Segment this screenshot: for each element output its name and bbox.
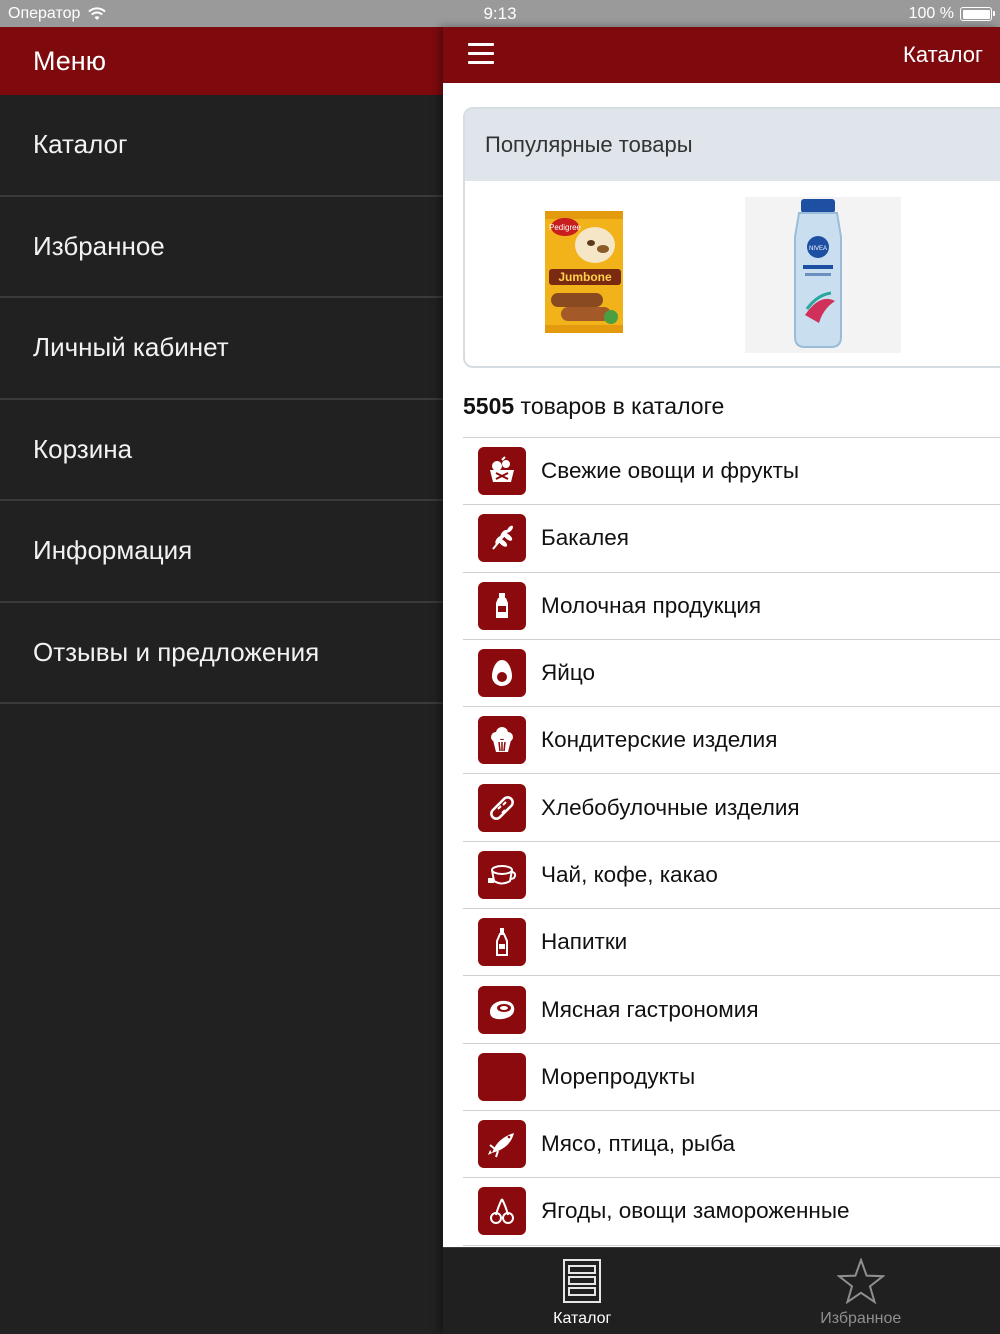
status-time: 9:13 bbox=[483, 4, 517, 23]
egg-icon bbox=[478, 649, 526, 698]
menu-item-feedback[interactable]: Отзывы и предложения bbox=[0, 603, 443, 704]
category-row[interactable]: Молочная продукция bbox=[463, 573, 1000, 640]
category-label: Чай, кофе, какао bbox=[541, 861, 718, 887]
category-label: Яйцо bbox=[541, 660, 595, 686]
seafood-icon bbox=[478, 1052, 526, 1101]
tab-label: Каталог bbox=[553, 1310, 612, 1327]
tab-catalog[interactable]: Каталог bbox=[443, 1248, 722, 1334]
menu-item-label: Избранное bbox=[33, 230, 165, 261]
menu-item-cart[interactable]: Корзина bbox=[0, 400, 443, 501]
category-row[interactable]: Мясо, птица, рыба bbox=[463, 1111, 1000, 1179]
category-row[interactable]: Свежие овощи и фрукты bbox=[463, 438, 1000, 506]
category-row[interactable]: Мясная гастрономия bbox=[463, 976, 1000, 1044]
product-pedigree-jumbone[interactable]: Pedigree Jumbone bbox=[543, 209, 625, 340]
category-label: Ягоды, овощи замороженные bbox=[541, 1198, 850, 1224]
ham-icon bbox=[478, 985, 526, 1034]
catalog-count-text: товаров в каталоге bbox=[514, 393, 725, 419]
popular-products-card: Популярные товары Pedigree Jumbone NIVEA bbox=[463, 107, 1000, 368]
battery-percent: 100 % bbox=[908, 5, 954, 22]
tab-favorites[interactable]: Избранное bbox=[722, 1248, 1000, 1334]
category-row[interactable]: Кондитерские изделия bbox=[463, 707, 1000, 775]
category-row[interactable]: Яйцо bbox=[463, 640, 1000, 708]
catalog-screen: Каталог Популярные товары Pedigree Jumbo… bbox=[443, 27, 1000, 1334]
category-label: Кондитерские изделия bbox=[541, 727, 778, 753]
category-row[interactable]: Морепродукты bbox=[463, 1044, 1000, 1111]
teacup-icon bbox=[478, 850, 526, 899]
product-text: Jumbone bbox=[558, 270, 612, 284]
side-menu: Меню Каталог Избранное Личный кабинет Ко… bbox=[0, 27, 443, 1334]
category-label: Морепродукты bbox=[541, 1063, 696, 1089]
product-brand: NIVEA bbox=[809, 246, 827, 252]
category-row[interactable]: Напитки bbox=[463, 909, 1000, 977]
category-list: Свежие овощи и фрукты Бакалея Молочная п… bbox=[463, 437, 1000, 1246]
hamburger-icon[interactable] bbox=[468, 43, 494, 65]
popular-products-title: Популярные товары bbox=[465, 109, 1000, 181]
fish-icon bbox=[478, 1120, 526, 1169]
tab-bar: Каталог Избранное bbox=[443, 1247, 1000, 1334]
category-label: Бакалея bbox=[541, 525, 629, 551]
nav-bar: Каталог bbox=[443, 27, 1000, 83]
category-label: Свежие овощи и фрукты bbox=[541, 458, 800, 484]
menu-item-label: Отзывы и предложения bbox=[33, 636, 320, 667]
cupcake-icon bbox=[478, 716, 526, 765]
menu-item-label: Корзина bbox=[33, 433, 133, 464]
menu-item-info[interactable]: Информация bbox=[0, 501, 443, 603]
status-bar: Оператор 9:13 100 % bbox=[0, 0, 1000, 27]
tab-label: Избранное bbox=[820, 1310, 902, 1327]
category-label: Мясная гастрономия bbox=[541, 996, 759, 1022]
bottle-icon bbox=[478, 918, 526, 967]
fruit-basket-icon bbox=[478, 447, 526, 496]
category-row[interactable]: Ягоды, овощи замороженные bbox=[463, 1178, 1000, 1246]
category-label: Напитки bbox=[541, 929, 628, 955]
milk-bottle-icon bbox=[478, 581, 526, 630]
wheat-icon bbox=[478, 514, 526, 563]
category-row[interactable]: Чай, кофе, какао bbox=[463, 842, 1000, 910]
star-icon bbox=[836, 1258, 885, 1304]
catalog-icon bbox=[563, 1259, 602, 1303]
category-label: Молочная продукция bbox=[541, 592, 762, 618]
category-label: Мясо, птица, рыба bbox=[541, 1131, 735, 1157]
battery-icon bbox=[960, 7, 995, 21]
menu-item-label: Личный кабинет bbox=[33, 332, 229, 363]
product-nivea-shampoo[interactable]: NIVEA bbox=[745, 197, 901, 358]
category-label: Хлебобулочные изделия bbox=[541, 794, 800, 820]
menu-item-favorites[interactable]: Избранное bbox=[0, 197, 443, 298]
product-brand: Pedigree bbox=[549, 223, 582, 232]
menu-title: Меню bbox=[0, 27, 443, 95]
catalog-count: 5505 товаров в каталоге bbox=[463, 393, 724, 420]
nav-title: Каталог bbox=[903, 42, 983, 67]
category-row[interactable]: Бакалея bbox=[463, 505, 1000, 573]
cherries-icon bbox=[478, 1187, 526, 1236]
catalog-count-number: 5505 bbox=[463, 393, 515, 419]
battery-info: 100 % bbox=[908, 5, 995, 23]
bread-icon bbox=[478, 783, 526, 832]
menu-item-label: Каталог bbox=[33, 129, 128, 160]
menu-item-label: Информация bbox=[33, 535, 193, 566]
category-row[interactable]: Хлебобулочные изделия bbox=[463, 774, 1000, 842]
menu-item-catalog[interactable]: Каталог bbox=[0, 95, 443, 197]
menu-item-account[interactable]: Личный кабинет bbox=[0, 298, 443, 400]
